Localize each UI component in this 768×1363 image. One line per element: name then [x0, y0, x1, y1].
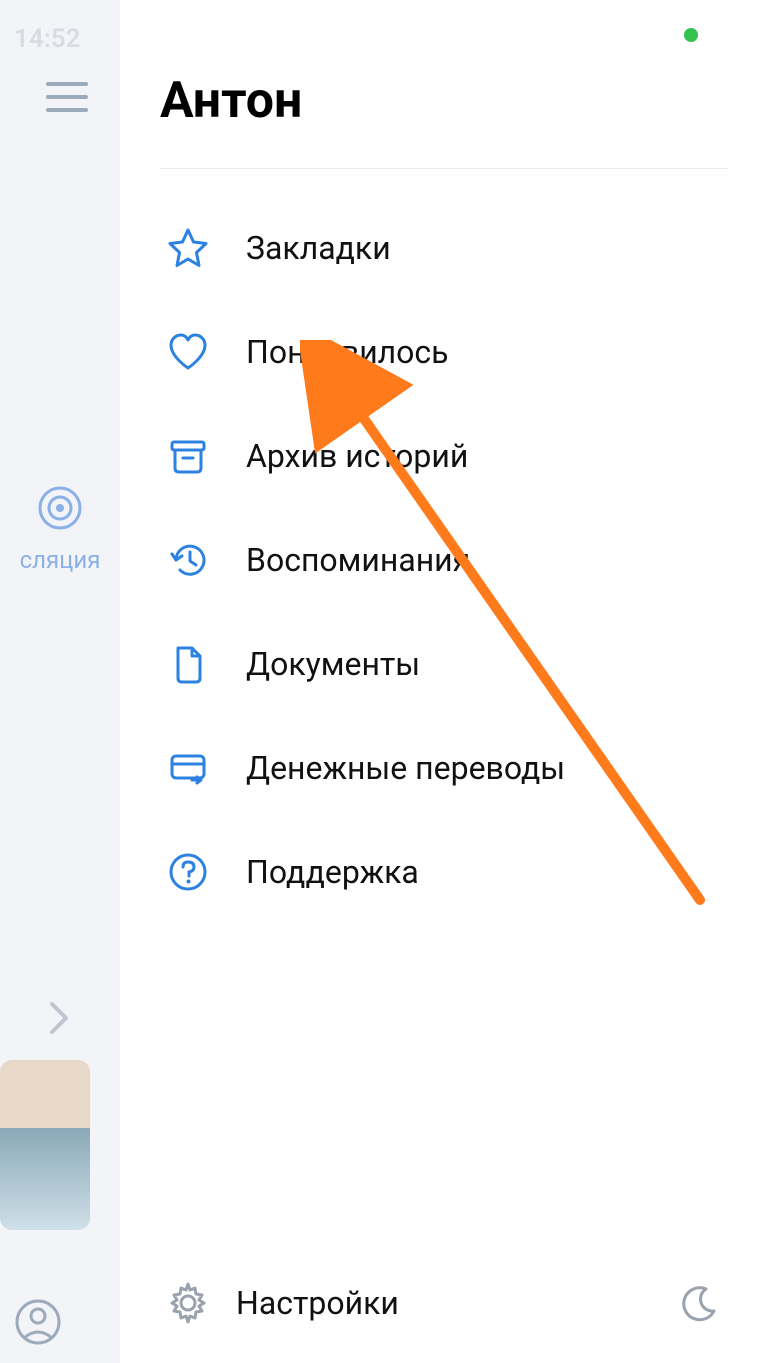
menu-item-support[interactable]: Поддержка [160, 820, 728, 924]
status-indicator-dot [684, 28, 698, 42]
help-icon [160, 844, 216, 900]
drawer-title: Антон [160, 72, 302, 130]
broadcast-label: сляция [0, 546, 120, 574]
menu-item-label: Понравилось [246, 333, 449, 371]
menu-item-label: Документы [246, 645, 420, 683]
broadcast-icon [32, 480, 88, 536]
settings-label[interactable]: Настройки [236, 1284, 399, 1322]
heart-icon [160, 324, 216, 380]
card-icon [160, 740, 216, 796]
menu-item-liked[interactable]: Понравилось [160, 300, 728, 404]
menu-item-story-archive[interactable]: Архив историй [160, 404, 728, 508]
menu-item-label: Закладки [246, 229, 391, 267]
menu-item-label: Воспоминания [246, 541, 470, 579]
menu-item-label: Поддержка [246, 853, 419, 891]
drawer-menu: Закладки Понравилось Архив историй [160, 196, 728, 924]
menu-item-memories[interactable]: Воспоминания [160, 508, 728, 612]
broadcast-shortcut[interactable]: сляция [0, 480, 120, 574]
history-icon [160, 532, 216, 588]
menu-item-bookmarks[interactable]: Закладки [160, 196, 728, 300]
moon-icon[interactable] [672, 1275, 728, 1331]
story-thumbnail[interactable] [0, 1060, 90, 1230]
archive-icon [160, 428, 216, 484]
drawer-footer: Настройки [160, 1263, 728, 1343]
star-icon [160, 220, 216, 276]
menu-item-label: Денежные переводы [246, 749, 565, 787]
divider [160, 168, 728, 169]
hamburger-icon[interactable] [46, 82, 88, 112]
side-drawer: Антон Закладки Понравилось [120, 0, 768, 1363]
menu-item-money-transfers[interactable]: Денежные переводы [160, 716, 728, 820]
status-bar-time: 14:52 [14, 24, 81, 54]
background-app-strip: 14:52 сляция [0, 0, 120, 1363]
document-icon [160, 636, 216, 692]
chevron-right-icon [48, 1000, 70, 1036]
menu-item-label: Архив историй [246, 437, 468, 475]
menu-item-documents[interactable]: Документы [160, 612, 728, 716]
gear-icon[interactable] [160, 1275, 216, 1331]
profile-tab-icon[interactable] [14, 1298, 62, 1346]
